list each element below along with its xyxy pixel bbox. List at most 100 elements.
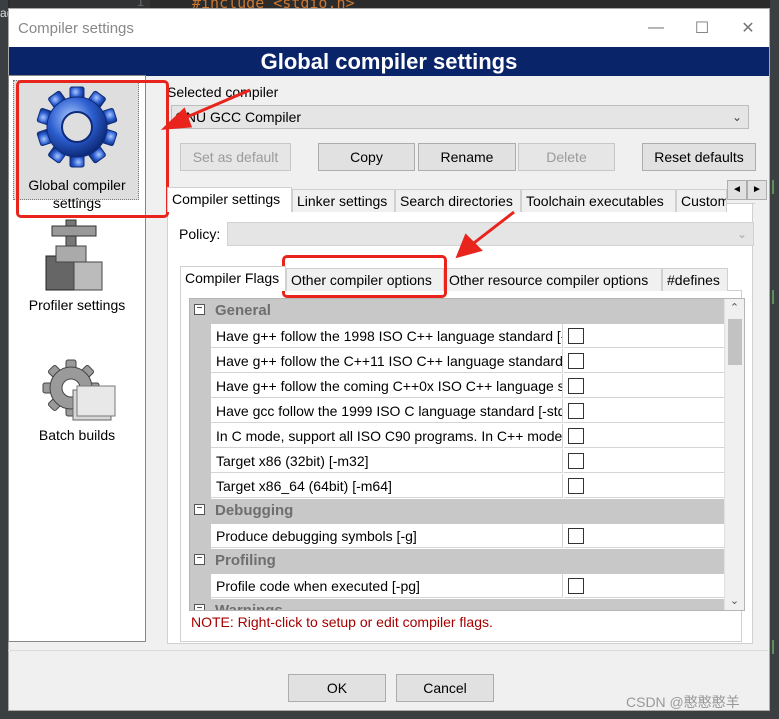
chevron-down-icon: ⌄ (736, 227, 747, 241)
rename-button[interactable]: Rename (418, 143, 516, 171)
flag-checkbox[interactable] (568, 378, 584, 394)
cancel-button[interactable]: Cancel (396, 674, 494, 702)
gutter-marker (772, 290, 774, 304)
flag-label: In C mode, support all ISO C90 programs.… (211, 424, 563, 448)
caliper-icon (45, 219, 103, 291)
flag-row[interactable]: Have g++ follow the 1998 ISO C++ languag… (190, 324, 724, 349)
tab-other-resource-compiler-options[interactable]: Other resource compiler options (444, 268, 662, 291)
tab-compiler-settings[interactable]: Compiler settings (167, 187, 292, 212)
flag-row[interactable]: Target x86_64 (64bit) [-m64] (190, 474, 724, 499)
flag-label: Target x86 (32bit) [-m32] (211, 449, 563, 473)
row-gutter (190, 374, 211, 399)
vertical-scrollbar[interactable]: ⌃ ⌄ (724, 299, 744, 610)
compiler-select-value: GNU GCC Compiler (175, 109, 302, 125)
maximize-button[interactable]: ☐ (679, 9, 725, 47)
row-gutter (190, 474, 211, 499)
collapse-icon[interactable]: − (194, 304, 205, 315)
category-row[interactable]: − Warnings (190, 599, 724, 610)
tab-scroll-left-button[interactable]: ◄ (727, 180, 747, 200)
tab-other-compiler-options[interactable]: Other compiler options (286, 268, 444, 291)
flag-label: Produce debugging symbols [-g] (211, 524, 563, 548)
policy-select[interactable]: ⌄ (227, 222, 754, 246)
flag-row[interactable]: In C mode, support all ISO C90 programs.… (190, 424, 724, 449)
flag-label: Profile code when executed [-pg] (211, 574, 563, 598)
flag-row[interactable]: Profile code when executed [-pg] (190, 574, 724, 599)
flag-checkbox[interactable] (568, 428, 584, 444)
background-left-edge: a( (0, 0, 11, 719)
flags-note: NOTE: Right-click to setup or edit compi… (191, 614, 493, 630)
tab-search-directories[interactable]: Search directories (395, 189, 521, 212)
row-gutter (190, 399, 211, 424)
category-row[interactable]: − Profiling (190, 549, 724, 574)
category-name: Debugging (215, 502, 294, 519)
gear-icon (36, 86, 118, 168)
chevron-down-icon: ⌄ (731, 110, 742, 124)
sidebar-item-label: Batch builds (38, 427, 116, 443)
flag-row[interactable]: Target x86 (32bit) [-m32] (190, 449, 724, 474)
tab-defines[interactable]: #defines (662, 268, 728, 291)
compiler-flags-grid: − General Have g++ follow the 1998 ISO C… (189, 298, 745, 611)
scrollbar-thumb[interactable] (728, 319, 742, 365)
close-button[interactable]: ✕ (725, 9, 771, 47)
collapse-icon[interactable]: − (194, 504, 205, 515)
flag-checkbox[interactable] (568, 528, 584, 544)
batch-gear-icon (42, 359, 116, 421)
category-name: General (215, 302, 271, 319)
set-as-default-button[interactable]: Set as default (180, 143, 291, 171)
tab-custom-variables[interactable]: Custom variables (676, 189, 727, 212)
page-banner: Global compiler settings (9, 47, 769, 76)
collapse-icon[interactable]: − (194, 554, 205, 565)
selected-compiler-label: Selected compiler (167, 84, 279, 100)
compiler-select[interactable]: GNU GCC Compiler ⌄ (171, 105, 749, 129)
flag-checkbox[interactable] (568, 403, 584, 419)
sub-tabs: Compiler Flags Other compiler options Ot… (180, 266, 732, 292)
category-row[interactable]: − General (190, 299, 724, 324)
flag-checkbox[interactable] (568, 353, 584, 369)
flag-checkbox[interactable] (568, 328, 584, 344)
title-bar: Compiler settings — ☐ ✕ (9, 9, 769, 47)
policy-label: Policy: (179, 226, 221, 242)
row-gutter (190, 349, 211, 374)
flag-row[interactable]: Have g++ follow the C++11 ISO C++ langua… (190, 349, 724, 374)
watermark: CSDN @憨憨憨羊 (626, 694, 740, 710)
row-gutter (190, 449, 211, 474)
minimize-button[interactable]: — (633, 9, 679, 47)
copy-button[interactable]: Copy (318, 143, 415, 171)
sidebar-item-global-compiler-settings[interactable]: Global compiler settings (9, 80, 145, 211)
background-right-edge (770, 0, 779, 719)
gutter-marker (772, 180, 774, 194)
tab-linker-settings[interactable]: Linker settings (292, 189, 395, 212)
row-gutter (190, 424, 211, 449)
flag-checkbox[interactable] (568, 478, 584, 494)
sidebar-item-profiler-settings[interactable]: Profiler settings (9, 216, 145, 326)
flag-row[interactable]: Have g++ follow the coming C++0x ISO C++… (190, 374, 724, 399)
flag-checkbox[interactable] (568, 578, 584, 594)
footer-divider (8, 650, 768, 651)
chevron-down-icon[interactable]: ⌄ (725, 592, 744, 610)
sidebar-item-batch-builds[interactable]: Batch builds (9, 356, 145, 466)
window-title: Compiler settings (18, 20, 134, 37)
category-row[interactable]: − Debugging (190, 499, 724, 524)
flag-label: Have g++ follow the coming C++0x ISO C++… (211, 374, 563, 398)
row-gutter (190, 524, 211, 549)
settings-sidebar: Global compiler settings Profiler settin… (8, 75, 146, 642)
flag-label: Have g++ follow the 1998 ISO C++ languag… (211, 324, 563, 348)
flag-checkbox[interactable] (568, 453, 584, 469)
row-gutter (190, 574, 211, 599)
flag-row[interactable]: Produce debugging symbols [-g] (190, 524, 724, 549)
ok-button[interactable]: OK (288, 674, 386, 702)
reset-defaults-button[interactable]: Reset defaults (642, 143, 756, 171)
tab-compiler-flags[interactable]: Compiler Flags (180, 266, 286, 291)
sidebar-item-label: Global compiler settings (28, 177, 126, 211)
flag-label: Target x86_64 (64bit) [-m64] (211, 474, 563, 498)
tab-scroll-right-button[interactable]: ► (747, 180, 767, 200)
main-tabs: Compiler settings Linker settings Search… (167, 187, 727, 213)
tab-toolchain-executables[interactable]: Toolchain executables (521, 189, 676, 212)
flag-row[interactable]: Have gcc follow the 1999 ISO C language … (190, 399, 724, 424)
chevron-up-icon[interactable]: ⌃ (725, 299, 744, 317)
category-name: Profiling (215, 552, 276, 569)
sidebar-item-label: Profiler settings (28, 297, 126, 313)
flag-label: Have gcc follow the 1999 ISO C language … (211, 399, 563, 423)
collapse-icon[interactable]: − (194, 604, 205, 610)
delete-button[interactable]: Delete (518, 143, 615, 171)
